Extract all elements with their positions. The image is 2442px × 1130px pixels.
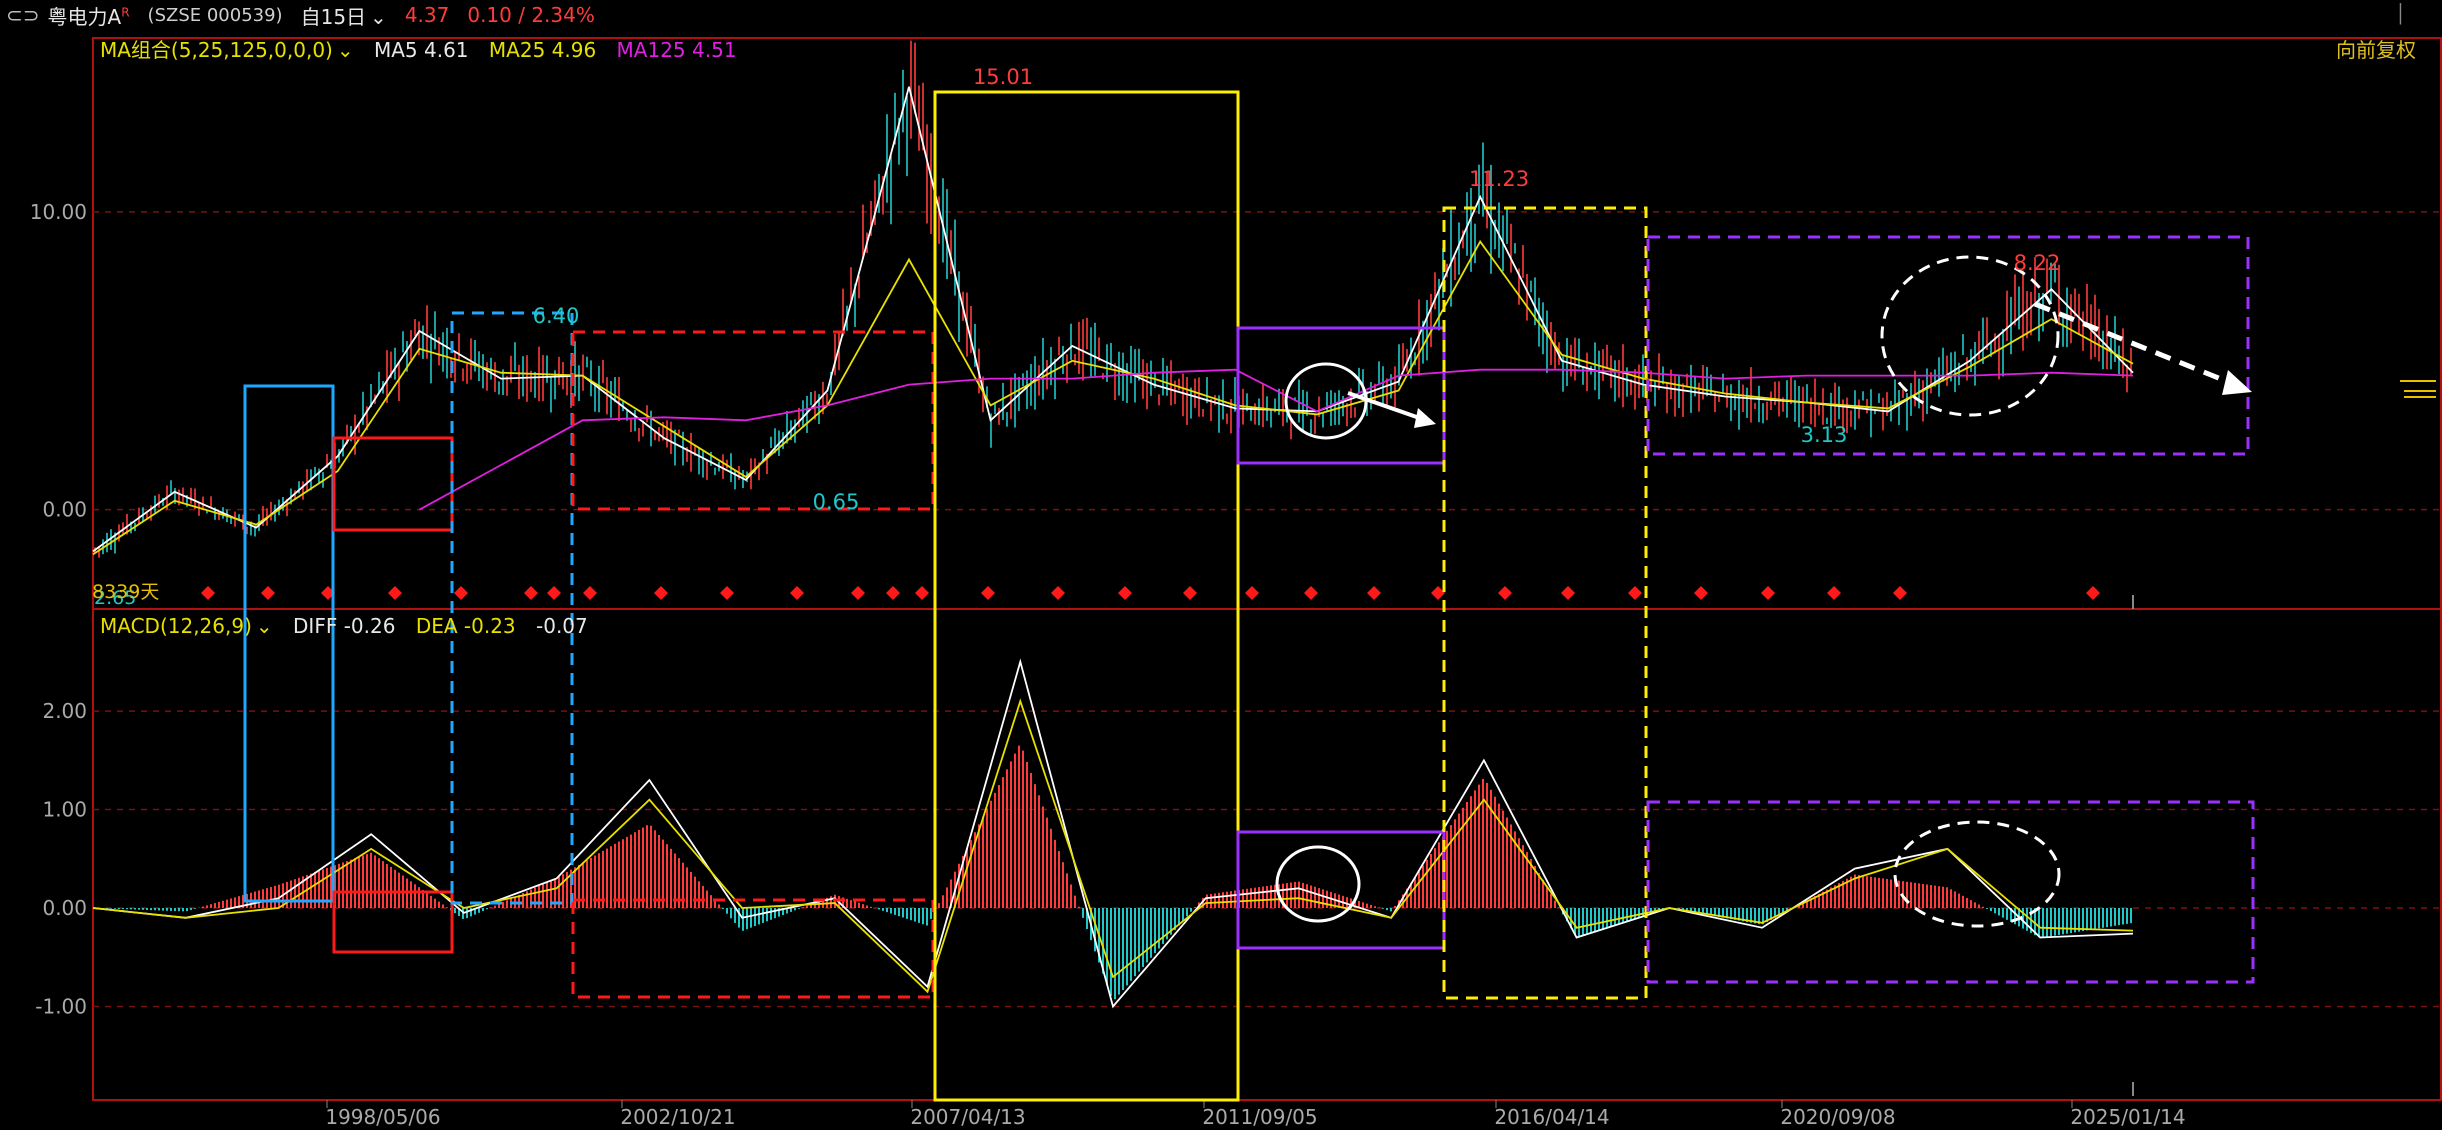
- chart-frame: [92, 37, 2442, 1101]
- dea-line: [92, 698, 2134, 994]
- ma25-value: MA25 4.96: [488, 38, 597, 62]
- x-tick-label: 2020/09/08: [1780, 1105, 1895, 1129]
- ma-line-ma5: [92, 86, 2134, 553]
- signal-diamond: [547, 586, 561, 600]
- signal-diamond: [201, 586, 215, 600]
- low-label: 3.13: [1801, 423, 1848, 447]
- y-tick-label: 10.00: [30, 200, 87, 224]
- x-tick-label: 1998/05/06: [325, 1105, 440, 1129]
- diff-line: [92, 658, 2134, 1009]
- y-tick-label: 0.00: [42, 498, 87, 522]
- box-red-dashed-2: [571, 898, 935, 999]
- macd-y-tick-label: -1.00: [35, 994, 87, 1018]
- ellipse-dashed-1: [1880, 255, 2060, 417]
- signal-diamond: [981, 586, 995, 600]
- x-tick-label: 2016/04/14: [1494, 1105, 1609, 1129]
- stock-chart[interactable]: 0.00 10.00 2.00 1.00 0.00 -1.00 1998/05/06 2002…: [0, 0, 2442, 1130]
- circle-white-2: [1275, 845, 1361, 923]
- low-label: 0.65: [813, 490, 860, 514]
- signal-diamond: [1051, 586, 1065, 600]
- diff-value: DIFF -0.26: [293, 614, 396, 638]
- box-purple-dashed-1: [1646, 235, 2250, 456]
- chevron-down-icon: ⌄: [370, 4, 387, 29]
- adjust-mode-button[interactable]: 向前复权: [2336, 34, 2416, 63]
- signal-diamond: [454, 586, 468, 600]
- signal-diamond: [654, 586, 668, 600]
- signal-diamond: [1498, 586, 1512, 600]
- macd-y-tick-label: 1.00: [42, 798, 87, 822]
- ma-legend: MA组合(5,25,125,0,0,0) ⌄ MA5 4.61 MA25 4.96…: [100, 34, 751, 63]
- trend-arrow-1: [1347, 391, 1429, 423]
- macd-legend: MACD(12,26,9) ⌄ DIFF -0.26 DEA -0.23 -0.0…: [100, 614, 602, 638]
- ma5-value: MA5 4.61: [373, 38, 469, 62]
- signal-diamond: [2086, 586, 2100, 600]
- signal-diamond: [1304, 586, 1318, 600]
- x-tick-label: 2007/04/13: [910, 1105, 1025, 1129]
- signal-diamond: [1245, 586, 1259, 600]
- last-price: 4.37: [404, 3, 450, 27]
- signal-diamond: [1367, 586, 1381, 600]
- chevron-down-icon: ⌄: [255, 614, 273, 638]
- title-bar: ⊂⊃ 粤电力AR (SZSE 000539) 自15日 ⌄ 4.37 0.10 /…: [0, 0, 2442, 30]
- box-blue-1: [243, 384, 335, 903]
- stock-name: 粤电力AR: [47, 4, 130, 29]
- macd-legend-label[interactable]: MACD(12,26,9) ⌄: [100, 614, 273, 638]
- period-selector[interactable]: 自15日 ⌄: [301, 1, 387, 30]
- signal-diamond: [1628, 586, 1642, 600]
- peak-label: 15.01: [973, 65, 1033, 89]
- chevron-down-icon: ⌄: [336, 38, 354, 62]
- signal-diamond: [261, 586, 275, 600]
- peak-label: 11.23: [1469, 167, 1529, 191]
- ma-line-ma125: [418, 368, 2134, 511]
- signal-diamond: [1893, 586, 1907, 600]
- signal-diamond: [524, 586, 538, 600]
- signal-diamond: [915, 586, 929, 600]
- signal-diamond: [790, 586, 804, 600]
- signal-diamond: [1561, 586, 1575, 600]
- signal-diamond: [388, 586, 402, 600]
- signal-diamond: [1694, 586, 1708, 600]
- macd-value: -0.07: [536, 614, 588, 638]
- peak-label: 8.22: [2014, 251, 2061, 275]
- ma-legend-label[interactable]: MA组合(5,25,125,0,0,0) ⌄: [100, 38, 354, 62]
- signal-diamond: [886, 586, 900, 600]
- macd-histogram: [94, 745, 2132, 1000]
- ma125-value: MA125 4.51: [616, 38, 737, 62]
- macd-y-tick-label: 0.00: [42, 896, 87, 920]
- dea-value: DEA -0.23: [415, 614, 516, 638]
- candles: [94, 40, 2132, 558]
- x-tick-label: 2025/01/14: [2070, 1105, 2185, 1129]
- signal-diamond: [1761, 586, 1775, 600]
- link-icon[interactable]: ⊂⊃: [6, 3, 40, 27]
- signal-diamond: [1827, 586, 1841, 600]
- signal-diamond: [1118, 586, 1132, 600]
- signal-diamond: [583, 586, 597, 600]
- x-tick-label: 2002/10/21: [620, 1105, 735, 1129]
- window-divider-icon[interactable]: │: [2395, 4, 2406, 25]
- signal-diamond: [1183, 586, 1197, 600]
- macd-y-tick-label: 2.00: [42, 699, 87, 723]
- duration-label: 8339天: [92, 581, 159, 603]
- signal-diamond: [720, 586, 734, 600]
- signal-diamond: [851, 586, 865, 600]
- trend-arrow-1-head: [1414, 408, 1436, 428]
- exchange-code: (SZSE 000539): [147, 4, 283, 26]
- x-tick-label: 2011/09/05: [1202, 1105, 1317, 1129]
- peak-label: 6.40: [533, 304, 580, 328]
- price-change: 0.10 / 2.34%: [467, 3, 595, 27]
